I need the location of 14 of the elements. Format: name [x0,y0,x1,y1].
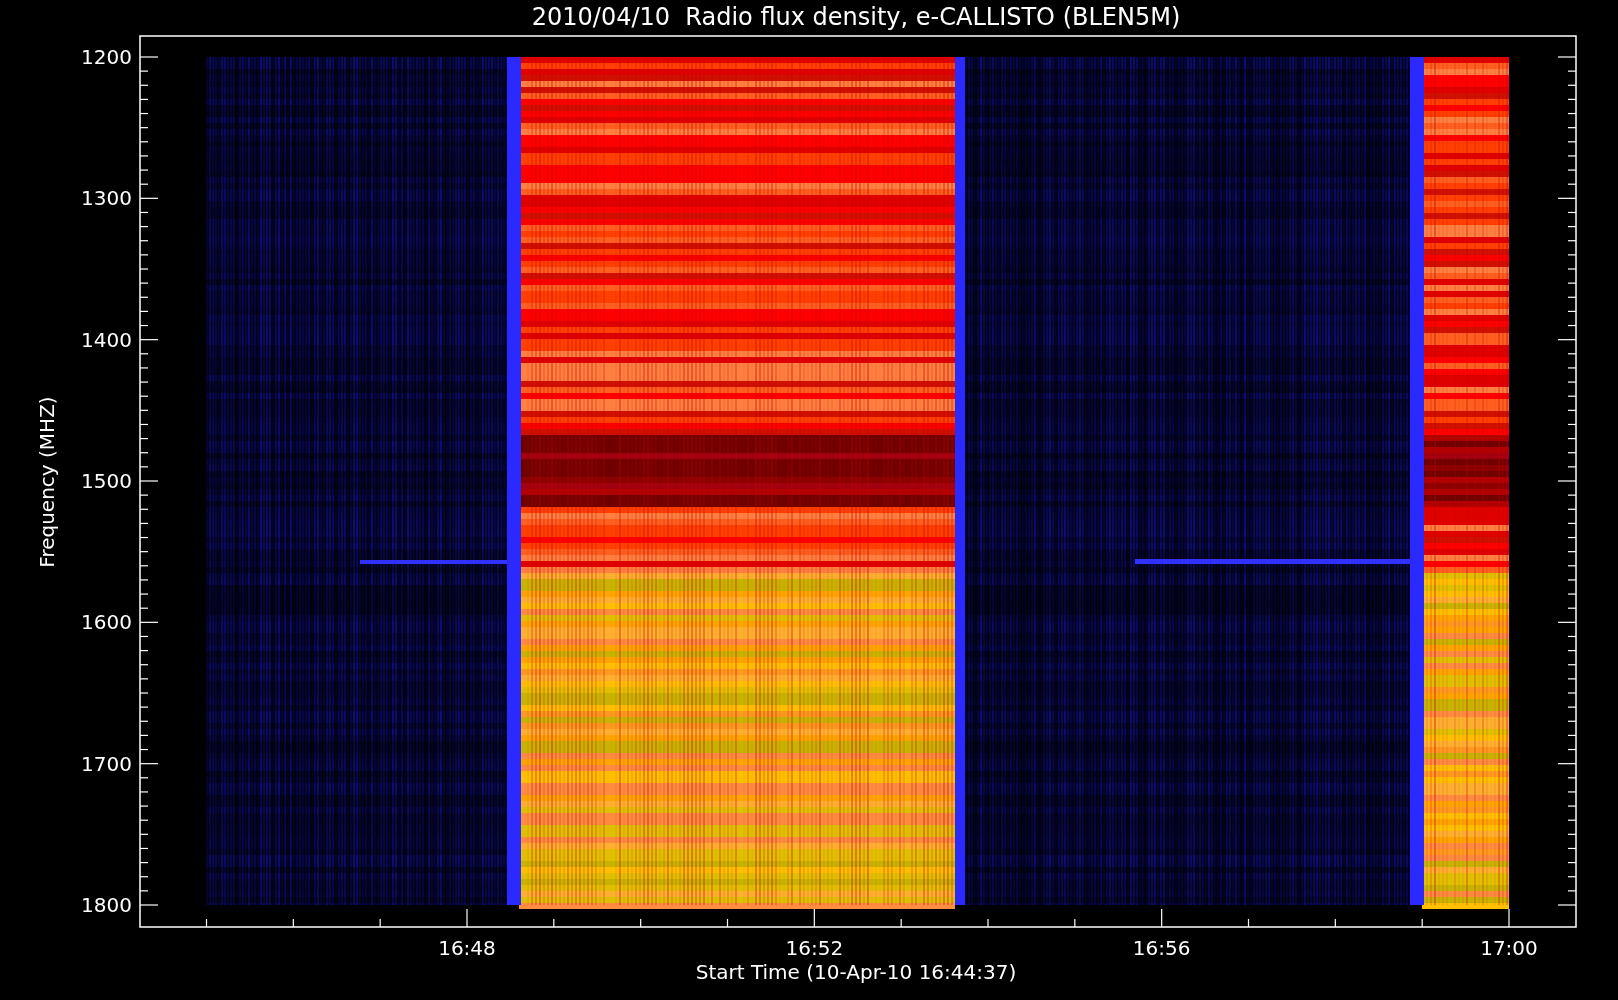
tick-label: 16:56 [1132,936,1191,960]
tick-label: 1800 [81,893,132,917]
tick-label: 1200 [81,45,132,69]
tick-label: 1700 [81,751,132,776]
tick-label: 1400 [81,327,132,352]
tick-label: 1300 [81,186,132,211]
axis-label: Start Time (10-Apr-10 16:44:37) [695,960,1017,984]
tick-label: 16:48 [438,936,496,960]
tick-label: 1600 [81,610,132,635]
tick-label: 17:00 [1480,936,1538,960]
axis-label: Frequency (MHZ) [35,396,59,568]
tick-label: 1500 [81,469,132,493]
chart-title: 2010/04/10 Radio flux density, e-CALLISTO (BLEN5M) [531,3,1181,31]
tick-label: 16:52 [785,936,844,960]
